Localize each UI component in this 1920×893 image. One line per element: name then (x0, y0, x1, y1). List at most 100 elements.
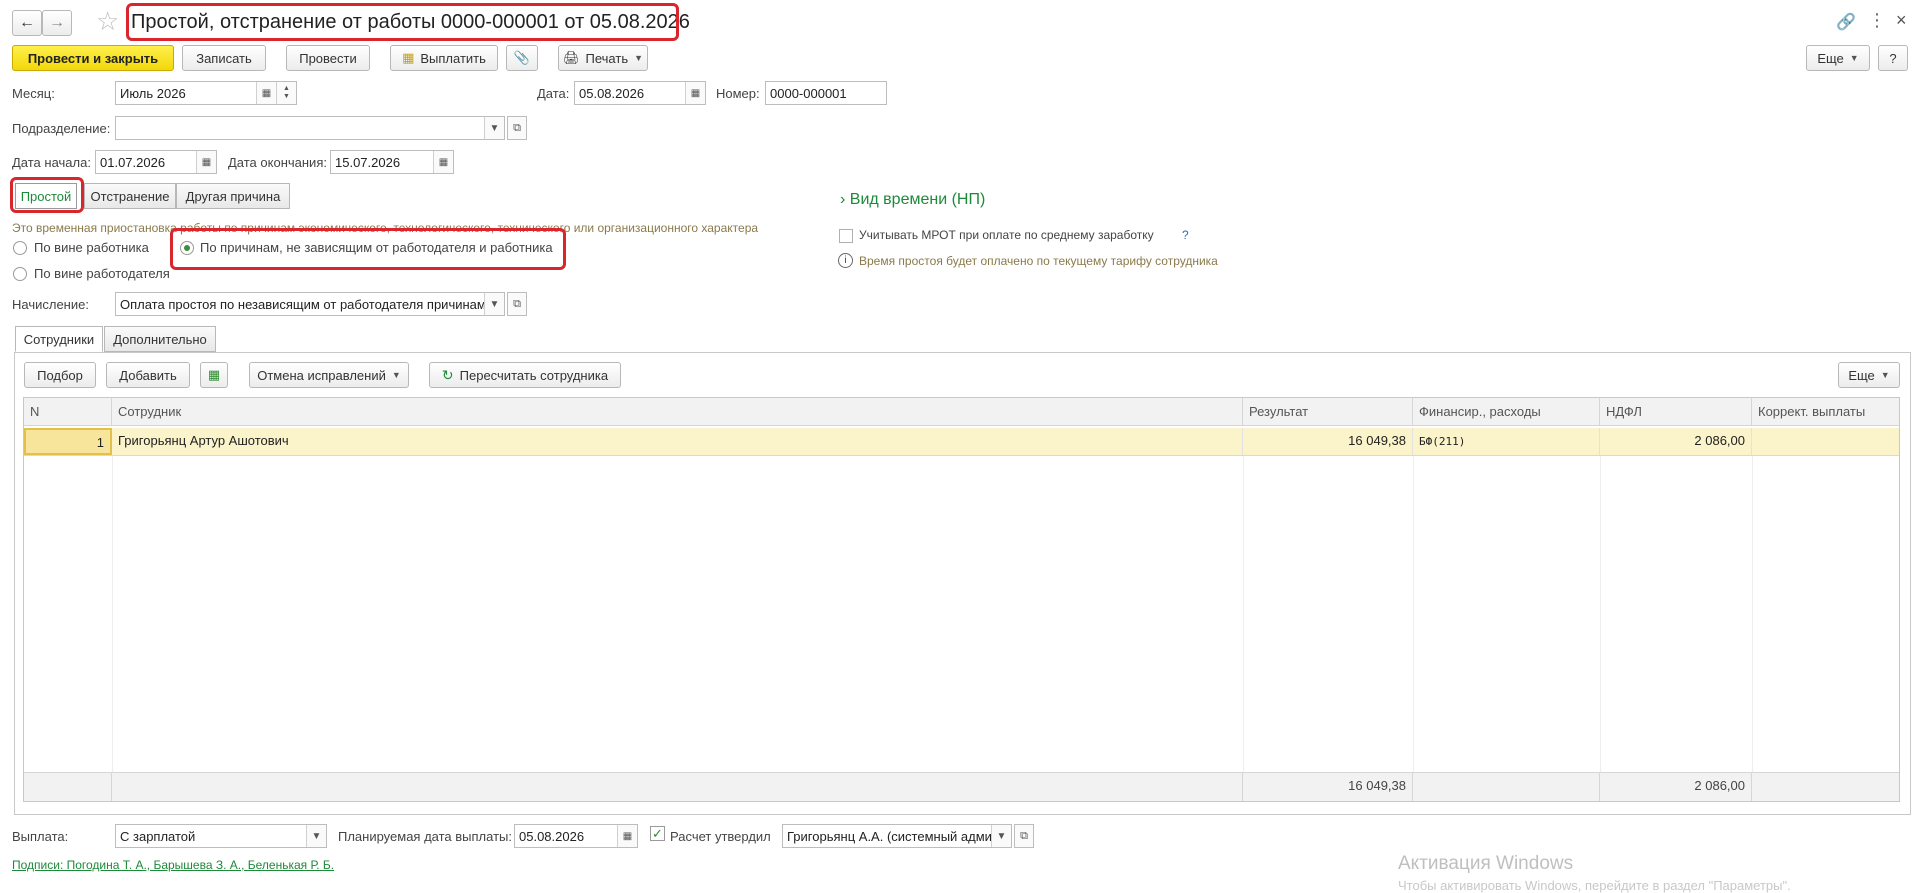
open-accrual-icon[interactable]: ⧉ (507, 292, 527, 316)
dropdown-icon[interactable]: ▼ (484, 117, 504, 139)
col-employee[interactable]: Сотрудник (112, 398, 1243, 425)
radio-independent-label[interactable]: По причинам, не зависящим от работодател… (200, 240, 553, 255)
time-type-toggle[interactable]: › Вид времени (НП) (840, 191, 985, 209)
month-field[interactable]: Июль 2026 ▦ ▲ ▼ (115, 81, 297, 105)
number-field[interactable]: 0000-000001 (765, 81, 887, 105)
row-employee[interactable]: Григорьянц Артур Ашотович (112, 428, 1243, 455)
calendar-icon[interactable]: ▦ (685, 82, 705, 104)
back-button[interactable]: ← (12, 10, 42, 36)
date-field[interactable]: 05.08.2026 ▦ (574, 81, 706, 105)
planned-date-value: 05.08.2026 (519, 828, 585, 844)
table-settings-button[interactable]: ▦ (200, 362, 228, 388)
start-date-field[interactable]: 01.07.2026 ▦ (95, 150, 217, 174)
col-result[interactable]: Результат (1243, 398, 1413, 425)
approved-label[interactable]: Расчет утвердил (670, 829, 771, 844)
end-date-label: Дата окончания: (228, 155, 327, 170)
accrual-value: Оплата простоя по независящим от работод… (120, 296, 484, 312)
planned-date-field[interactable]: 05.08.2026 ▦ (514, 824, 638, 848)
mrot-label[interactable]: Учитывать МРОТ при оплате по среднему за… (859, 228, 1154, 242)
calendar-icon[interactable]: ▦ (617, 825, 637, 847)
row-financing[interactable]: БФ(211) (1413, 428, 1600, 455)
mrot-checkbox[interactable] (839, 229, 853, 243)
approved-by-value: Григорьянц А.А. (системный адми (787, 828, 991, 844)
radio-employee-fault-label[interactable]: По вине работника (34, 240, 149, 255)
tab-suspension[interactable]: Отстранение (84, 183, 176, 209)
favorite-star-icon[interactable]: ☆ (96, 6, 119, 37)
date-label: Дата: (537, 86, 570, 101)
dropdown-icon[interactable]: ▼ (484, 293, 504, 315)
row-correction[interactable] (1752, 428, 1899, 455)
post-button[interactable]: Провести (286, 45, 370, 71)
tab-employees[interactable]: Сотрудники (15, 326, 103, 352)
mrot-help-icon[interactable]: ? (1182, 228, 1189, 242)
total-result: 16 049,38 (1243, 773, 1413, 801)
forward-button[interactable]: → (42, 10, 72, 36)
post-and-close-button[interactable]: Провести и закрыть (12, 45, 174, 71)
dropdown-icon[interactable]: ▼ (306, 825, 326, 847)
row-n[interactable]: 1 (24, 428, 112, 455)
row-ndfl[interactable]: 2 086,00 (1600, 428, 1752, 455)
recalc-employee-button[interactable]: ↻ Пересчитать сотрудника (429, 362, 621, 388)
table-row[interactable]: 1 Григорьянц Артур Ашотович 16 049,38 БФ… (24, 428, 1899, 456)
department-label: Подразделение: (12, 121, 111, 136)
signatures-link[interactable]: Подписи: Погодина Т. А., Барышева З. А.,… (12, 858, 334, 872)
calendar-icon[interactable]: ▦ (256, 82, 276, 104)
calendar-icon[interactable]: ▦ (433, 151, 453, 173)
info-text: Время простоя будет оплачено по текущему… (859, 254, 1218, 268)
close-icon[interactable]: × (1896, 10, 1907, 31)
more-label: Еще (1817, 50, 1844, 66)
radio-employer-fault-label[interactable]: По вине работодателя (34, 266, 170, 281)
total-ndfl: 2 086,00 (1600, 773, 1752, 801)
info-icon: i (838, 253, 853, 268)
printer-icon: 🖨 (562, 50, 580, 65)
table-more-button[interactable]: Еще ▼ (1838, 362, 1900, 388)
accrual-label: Начисление: (12, 297, 89, 312)
radio-employer-fault[interactable] (13, 267, 27, 281)
start-date-label: Дата начала: (12, 155, 91, 170)
col-correction[interactable]: Коррект. выплаты (1752, 398, 1899, 425)
col-n[interactable]: N (24, 398, 112, 425)
kebab-menu-icon[interactable]: ⋮ (1868, 10, 1886, 31)
print-button[interactable]: 🖨 Печать ▼ (558, 45, 648, 71)
open-department-icon[interactable]: ⧉ (507, 116, 527, 140)
col-ndfl[interactable]: НДФЛ (1600, 398, 1752, 425)
add-button[interactable]: Добавить (106, 362, 190, 388)
print-label: Печать (585, 50, 629, 66)
row-result[interactable]: 16 049,38 (1243, 428, 1413, 455)
col-financing[interactable]: Финансир., расходы (1413, 398, 1600, 425)
payout-field[interactable]: С зарплатой ▼ (115, 824, 327, 848)
month-value: Июль 2026 (120, 85, 186, 101)
pay-button[interactable]: ▦ Выплатить (390, 45, 498, 71)
undo-fixes-button[interactable]: Отмена исправлений ▼ (249, 362, 409, 388)
chevron-down-icon: ▼ (1849, 53, 1859, 63)
save-button[interactable]: Записать (182, 45, 266, 71)
recalc-label: Пересчитать сотрудника (459, 367, 609, 383)
end-date-field[interactable]: 15.07.2026 ▦ (330, 150, 454, 174)
radio-independent[interactable] (180, 241, 194, 255)
number-value: 0000-000001 (770, 85, 847, 101)
chevron-down-icon: ▼ (634, 53, 644, 63)
calendar-icon[interactable]: ▦ (196, 151, 216, 173)
department-field[interactable]: ▼ (115, 116, 505, 140)
arrow-left-icon: ← (19, 14, 35, 31)
attach-button[interactable]: 📎 (506, 45, 538, 71)
payout-value: С зарплатой (120, 828, 196, 844)
link-icon[interactable]: 🔗 (1836, 12, 1856, 32)
approved-by-field[interactable]: Григорьянц А.А. (системный адми ▼ (782, 824, 1012, 848)
tab-additional[interactable]: Дополнительно (104, 326, 216, 352)
help-button[interactable]: ? (1878, 45, 1908, 71)
radio-employee-fault[interactable] (13, 241, 27, 255)
accrual-field[interactable]: Оплата простоя по независящим от работод… (115, 292, 505, 316)
activation-watermark-text: Чтобы активировать Windows, перейдите в … (1398, 878, 1791, 893)
dropdown-icon[interactable]: ▼ (991, 825, 1011, 847)
select-button[interactable]: Подбор (24, 362, 96, 388)
tab-other-reason[interactable]: Другая причина (176, 183, 290, 209)
stepper-icon[interactable]: ▲ ▼ (276, 82, 296, 104)
chevron-down-icon: ▼ (1880, 370, 1890, 380)
tab-downtime[interactable]: Простой (15, 183, 77, 209)
approved-checkbox[interactable]: ✓ (650, 826, 665, 841)
more-button[interactable]: Еще ▼ (1806, 45, 1870, 71)
activation-watermark-title: Активация Windows (1398, 853, 1574, 874)
open-approver-icon[interactable]: ⧉ (1014, 824, 1034, 848)
paperclip-icon: 📎 (513, 50, 531, 65)
